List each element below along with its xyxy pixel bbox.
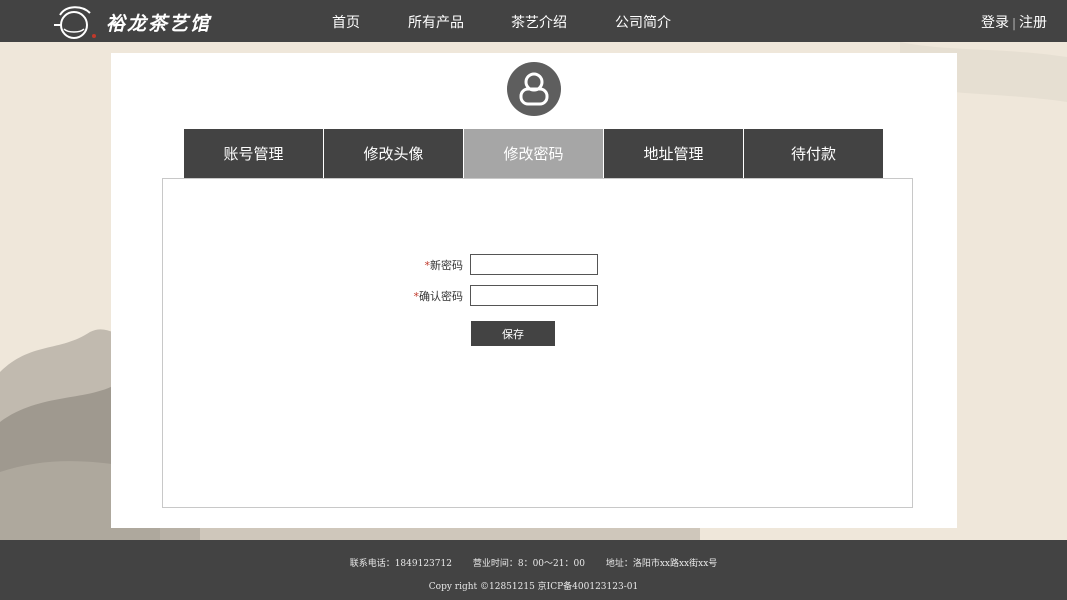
confirm-password-row: *确认密码	[372, 285, 598, 306]
change-password-form: *新密码 *确认密码 保存	[162, 178, 913, 508]
user-icon	[519, 72, 549, 106]
tab-change-avatar[interactable]: 修改头像	[324, 129, 463, 178]
brand-logo[interactable]: 裕龙茶艺馆	[52, 3, 211, 41]
footer-hours: 营业时间：8：00～21：00	[472, 559, 585, 569]
new-password-label: *新密码	[424, 258, 464, 272]
auth-links: 登录 | 注册	[981, 12, 1047, 32]
page-footer: 联系电话：1849123712 营业时间：8：00～21：00 地址：洛阳市xx…	[0, 540, 1067, 600]
login-link[interactable]: 登录	[981, 15, 1009, 31]
new-password-input[interactable]	[470, 254, 598, 275]
nav-tea-art-intro[interactable]: 茶艺介绍	[511, 12, 567, 32]
auth-separator: |	[1011, 16, 1016, 30]
top-header: 裕龙茶艺馆 首页 所有产品 茶艺介绍 公司简介 登录 | 注册	[0, 0, 1067, 42]
footer-phone: 联系电话：1849123712	[349, 559, 452, 569]
avatar[interactable]	[507, 62, 561, 116]
save-button[interactable]: 保存	[471, 321, 555, 346]
profile-panel: 账号管理 修改头像 修改密码 地址管理 待付款 *新密码 *确认密码 保存	[111, 53, 957, 528]
register-link[interactable]: 注册	[1019, 15, 1047, 31]
footer-copyright: Copy right ©12851215 京ICP备400123123-01	[428, 582, 639, 592]
tab-pending-payment[interactable]: 待付款	[744, 129, 883, 178]
tab-change-password[interactable]: 修改密码	[464, 129, 603, 178]
confirm-password-label: *确认密码	[413, 289, 464, 303]
nav-company-intro[interactable]: 公司简介	[615, 12, 671, 32]
teapot-dragon-icon	[54, 6, 96, 39]
tab-address-management[interactable]: 地址管理	[604, 129, 743, 178]
tab-account-management[interactable]: 账号管理	[184, 129, 323, 178]
confirm-password-input[interactable]	[470, 285, 598, 306]
brand-name: 裕龙茶艺馆	[106, 12, 212, 35]
new-password-row: *新密码	[372, 254, 598, 275]
footer-address: 地址：洛阳市xx路xx街xx号	[605, 559, 718, 569]
footer-contact: 联系电话：1849123712 营业时间：8：00～21：00 地址：洛阳市xx…	[0, 556, 1067, 569]
nav-home[interactable]: 首页	[332, 12, 360, 32]
nav-all-products[interactable]: 所有产品	[408, 12, 464, 32]
